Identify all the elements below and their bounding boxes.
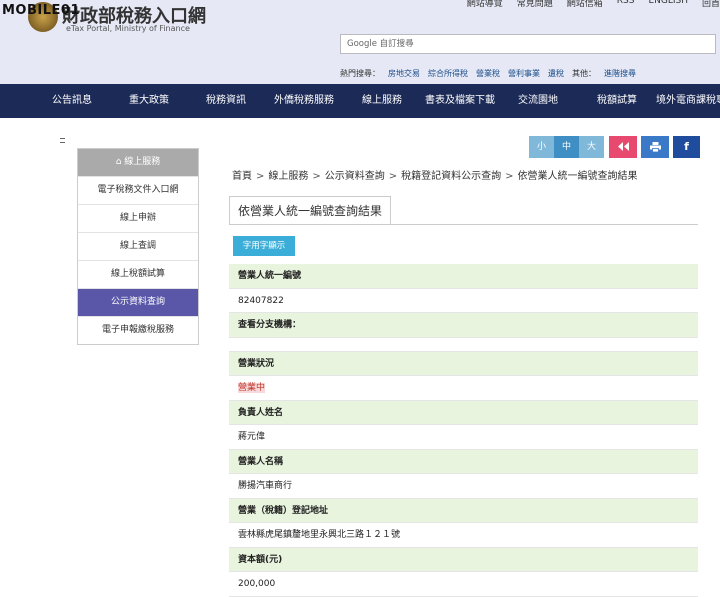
- font-size-tools: 小 中 大: [529, 136, 604, 158]
- hot-search-item[interactable]: 遺稅: [548, 68, 564, 79]
- sidebar-item-public-query[interactable]: 公示資料查詢: [78, 288, 198, 316]
- row-value-address: 雲林縣虎尾鎮釐地里永興北三路１２１號: [229, 523, 698, 548]
- row-label-status: 營業狀況: [229, 351, 698, 376]
- nav-item-downloads[interactable]: 書表及檔案下載: [425, 84, 495, 118]
- hot-search-other-label: 其他：: [572, 69, 596, 78]
- row-label-owner: 負責人姓名: [229, 400, 698, 425]
- breadcrumb-item[interactable]: 稅籍登記資料公示查詢: [401, 171, 501, 182]
- nav-item-forum[interactable]: 交流園地: [518, 84, 558, 118]
- row-value-business-id: 82407822: [229, 288, 698, 313]
- nav-item-foreign-services[interactable]: 外僑稅務服務: [274, 84, 334, 118]
- home-icon: ⌂: [115, 157, 125, 167]
- sidebar-item-tax-calc[interactable]: 線上稅額試算: [78, 260, 198, 288]
- status-badge: 營業中: [238, 383, 266, 393]
- breadcrumb-separator: >: [388, 171, 398, 182]
- word-display-button[interactable]: 字用字顯示: [233, 236, 295, 256]
- watermark-logo: MOBILE01: [2, 3, 80, 18]
- breadcrumb: 首頁 > 線上服務 > 公示資料查詢 > 稅籍登記資料公示查詢 > 依營業人統一編號查詢結果: [232, 167, 638, 182]
- row-value-owner: 蔣元偉: [229, 425, 698, 450]
- top-link-home[interactable]: 回首: [702, 0, 720, 9]
- sidebar-item-online-apply[interactable]: 線上申辦: [78, 204, 198, 232]
- sidebar-anchor-icon: [60, 138, 65, 143]
- rewind-icon: [617, 142, 629, 151]
- main-nav: 公告訊息 重大政策 稅務資訊 外僑稅務服務 線上服務 書表及檔案下載 交流園地 …: [0, 84, 720, 118]
- result-divider: [229, 224, 698, 225]
- hot-search-item[interactable]: 房地交易: [388, 68, 420, 79]
- sidebar-item-online-query[interactable]: 線上查調: [78, 232, 198, 260]
- breadcrumb-separator: >: [256, 171, 265, 182]
- top-links: 網站導覽 常見問題 網站信箱 RSS ENGLISH 回首: [467, 0, 720, 9]
- back-tool: [609, 136, 637, 158]
- row-value-status: 營業中: [229, 376, 698, 401]
- breadcrumb-separator: >: [312, 171, 321, 182]
- back-button[interactable]: [609, 136, 637, 158]
- breadcrumb-item[interactable]: 線上服務: [268, 171, 308, 182]
- advanced-search-link[interactable]: 進階搜尋: [604, 68, 636, 79]
- hot-search-item[interactable]: 營利事業: [508, 68, 540, 79]
- row-value-branches: [229, 337, 698, 352]
- hot-search: 熱門搜尋： 房地交易 綜合所得稅 營業稅 營利事業 遺稅 其他： 進階搜尋: [340, 68, 636, 79]
- hot-search-item[interactable]: 綜合所得稅: [428, 68, 468, 79]
- result-tab-title: 依營業人統一編號查詢結果: [229, 196, 391, 225]
- top-link-rss[interactable]: RSS: [617, 0, 635, 9]
- nav-item-tax-calc[interactable]: 稅額試算: [597, 84, 637, 118]
- site-subtitle: eTax Portal, Ministry of Finance: [66, 24, 190, 33]
- hot-search-label: 熱門搜尋：: [340, 69, 380, 78]
- result-table: 營業人統一編號 82407822 查看分支機構： 營業狀況 營業中 負責人姓名 …: [229, 264, 698, 597]
- top-link-english[interactable]: ENGLISH: [648, 0, 688, 9]
- sidebar-header: ⌂ 線上服務: [78, 149, 198, 176]
- nav-item-announcements[interactable]: 公告訊息: [52, 84, 92, 118]
- row-label-capital: 資本額(元): [229, 547, 698, 572]
- top-link-faq[interactable]: 常見問題: [517, 0, 553, 9]
- row-value-business-name: 勝揚汽車商行: [229, 474, 698, 499]
- row-label-branches[interactable]: 查看分支機構：: [229, 313, 698, 338]
- row-label-address: 營業（稅籍）登記地址: [229, 498, 698, 523]
- sidebar-item-e-filing[interactable]: 電子申報繳稅服務: [78, 316, 198, 344]
- top-link-sitemap[interactable]: 網站導覽: [467, 0, 503, 9]
- top-link-mailbox[interactable]: 網站信箱: [567, 0, 603, 9]
- sidebar: ⌂ 線上服務 電子稅務文件入口網 線上申辦 線上查調 線上稅額試算 公示資料查詢…: [77, 148, 199, 345]
- sidebar-header-label: 線上服務: [124, 157, 161, 167]
- font-small-button[interactable]: 小: [529, 136, 554, 158]
- print-tool: [641, 136, 669, 158]
- site-header: 財政部稅務入口網 eTax Portal, Ministry of Financ…: [0, 0, 720, 84]
- breadcrumb-separator: >: [505, 171, 514, 182]
- breadcrumb-item[interactable]: 首頁: [232, 171, 252, 182]
- print-button[interactable]: [641, 136, 669, 158]
- breadcrumb-item[interactable]: 公示資料查詢: [325, 171, 385, 182]
- breadcrumb-current: 依營業人統一編號查詢結果: [517, 171, 638, 182]
- row-label-business-name: 營業人名稱: [229, 449, 698, 474]
- nav-item-tax-info[interactable]: 稅務資訊: [206, 84, 246, 118]
- nav-item-policies[interactable]: 重大政策: [129, 84, 169, 118]
- nav-item-online-services[interactable]: 線上服務: [362, 84, 402, 118]
- nav-item-ecommerce[interactable]: 境外電商課稅專: [656, 84, 720, 118]
- font-large-button[interactable]: 大: [579, 136, 604, 158]
- hot-search-item[interactable]: 營業稅: [476, 68, 500, 79]
- sidebar-item-etax-docs[interactable]: 電子稅務文件入口網: [78, 176, 198, 204]
- font-medium-button[interactable]: 中: [554, 136, 579, 158]
- facebook-tool: f: [673, 136, 700, 158]
- row-label-business-id: 營業人統一編號: [229, 264, 698, 289]
- row-value-capital: 200,000: [229, 572, 698, 597]
- facebook-icon[interactable]: f: [673, 136, 700, 158]
- search-input[interactable]: Google 自訂搜尋: [340, 34, 716, 54]
- print-icon: [649, 142, 661, 153]
